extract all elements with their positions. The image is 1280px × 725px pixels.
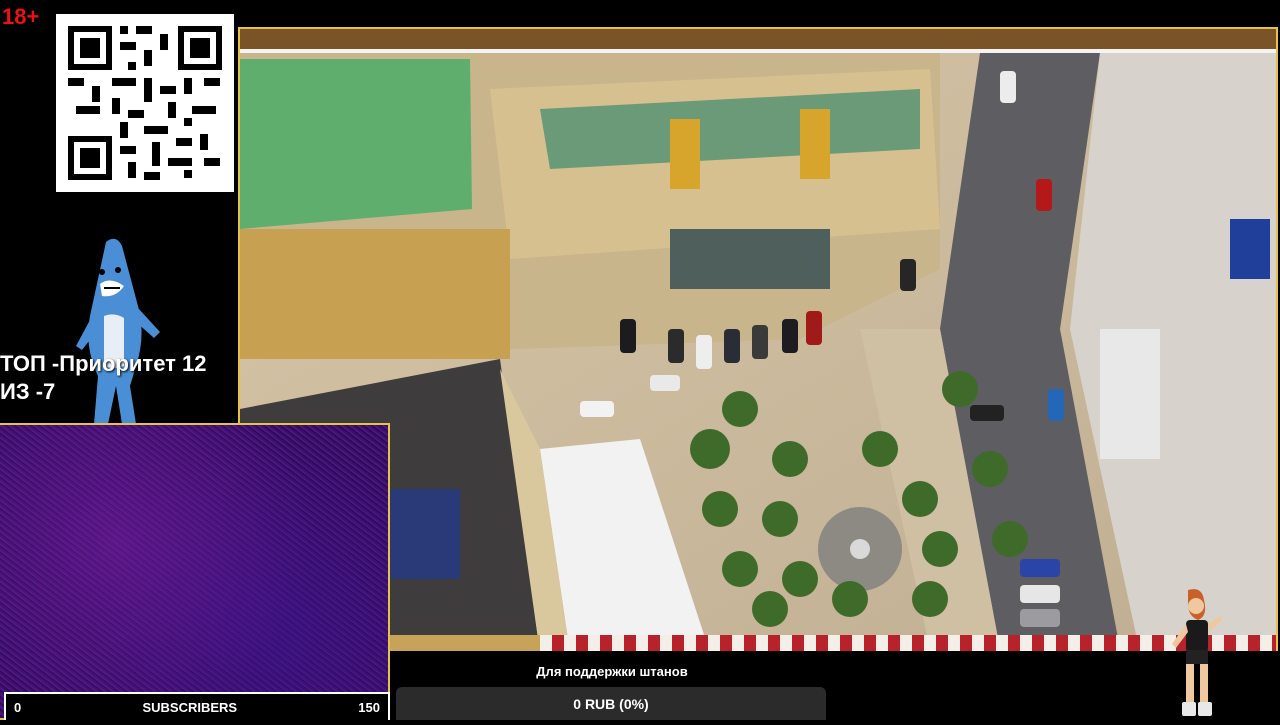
subscriber-goal-target: 150: [358, 699, 380, 715]
donation-goal-amount: 0 RUB (0%): [573, 695, 649, 712]
subscriber-goal-bar: 0 SUBSCRIBERS 150: [4, 692, 390, 720]
priority-text: ТОП -Приоритет 12 ИЗ -7: [0, 350, 207, 406]
video-frame-image: [240, 29, 1276, 651]
priority-line-1: ТОП -Приоритет 12: [0, 351, 207, 376]
priority-line-2: ИЗ -7: [0, 379, 56, 404]
qr-code-icon[interactable]: [56, 14, 234, 192]
donation-goal-bar[interactable]: 0 RUB (0%): [396, 687, 826, 720]
dancing-character-icon: [1168, 586, 1224, 720]
donation-goal-title: Для поддержки штанов: [536, 664, 688, 679]
subscriber-goal-label: SUBSCRIBERS: [142, 699, 238, 715]
age-rating-badge: 18+: [2, 4, 40, 29]
subscriber-goal-start: 0: [14, 699, 22, 715]
video-player[interactable]: [238, 27, 1278, 651]
camera-noise-area: [0, 423, 390, 720]
